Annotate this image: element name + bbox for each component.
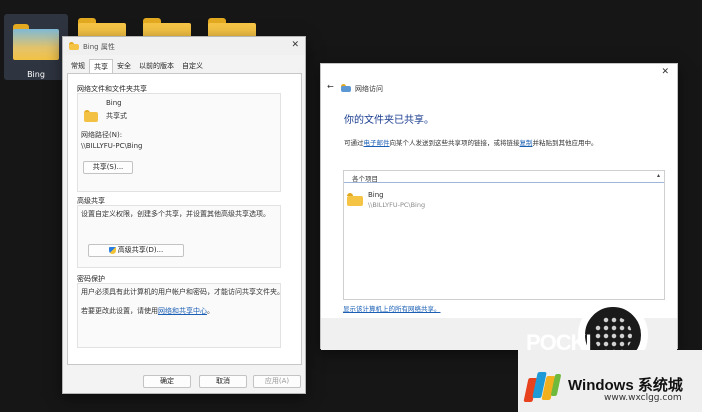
properties-window: Bing 属性 ✕ 常规 共享 安全 以前的版本 自定义 网络文件和文件夹共享 … (62, 36, 306, 394)
tab-general[interactable]: 常规 (67, 59, 89, 73)
copy-link[interactable]: 复制 (520, 139, 533, 147)
desktop-folder-bing[interactable]: Bing (4, 14, 68, 80)
advanced-sharing-button[interactable]: 高级共享(D)... (88, 244, 184, 257)
page-heading: 你的文件夹已共享。 (344, 115, 434, 126)
shared-folder-name: Bing (106, 99, 122, 107)
desc-suffix: 并粘贴到其他应用中。 (532, 139, 598, 147)
watermark-title: Windows 系统城 (568, 377, 683, 394)
desktop-folder[interactable] (208, 18, 256, 36)
tab-bar: 常规 共享 安全 以前的版本 自定义 (67, 59, 207, 73)
network-path: \\BILLYFU-PC\Bing (81, 142, 143, 150)
list-item-name[interactable]: Bing (368, 191, 384, 199)
sharing-tab-pane: 网络文件和文件夹共享 Bing 共享式 网络路径(N): \\BILLYFU-P… (67, 73, 302, 365)
tab-customize[interactable]: 自定义 (178, 59, 207, 73)
network-sharing-center-link[interactable]: 网络和共享中心 (158, 307, 207, 315)
folder-icon (13, 24, 59, 60)
network-sharing-group: 网络文件和文件夹共享 Bing 共享式 网络路径(N): \\BILLYFU-P… (77, 84, 281, 192)
close-button[interactable]: ✕ (291, 40, 299, 50)
advanced-sharing-group: 高级共享 设置自定义权限，创建多个共享，并设置其他高级共享选项。 高级共享(D)… (77, 196, 281, 268)
cancel-button[interactable]: 取消 (199, 375, 247, 388)
change-setting-suffix: 。 (207, 307, 214, 315)
watermark-url: www.wxclgg.com (604, 393, 682, 403)
shared-items-list: 各个项目 ▴ Bing \\BILLYFU-PC\Bing (343, 170, 665, 300)
change-setting-prefix: 若要更改此设置，请使用 (81, 307, 158, 315)
close-button[interactable]: ✕ (661, 67, 669, 77)
shared-folder-icon (347, 193, 363, 207)
tab-previous-versions[interactable]: 以前的版本 (135, 59, 178, 73)
windows-logo-icon (523, 370, 562, 404)
folder-label: Bing (27, 70, 45, 79)
share-status: 共享式 (106, 112, 127, 120)
show-all-shares-link[interactable]: 显示该计算机上的所有网络共享。 (343, 303, 441, 313)
ok-button[interactable]: 确定 (143, 375, 191, 388)
tab-security[interactable]: 安全 (113, 59, 135, 73)
list-item-path: \\BILLYFU-PC\Bing (368, 201, 426, 209)
shield-icon (108, 246, 116, 254)
network-path-label: 网络路径(N): (81, 131, 123, 139)
tab-sharing[interactable]: 共享 (89, 59, 113, 73)
apply-button[interactable]: 应用(A) (253, 375, 301, 388)
share-description: 可通过电子邮件向某个人发送到这些共享项的链接，或将链接复制并粘贴到其他应用中。 (344, 137, 598, 147)
list-header[interactable]: 各个项目 ▴ (344, 171, 664, 183)
desktop-folder[interactable] (78, 18, 126, 36)
window-title: Bing 属性 (83, 43, 115, 51)
desktop-folder[interactable] (143, 18, 191, 36)
network-folder-icon (341, 84, 351, 92)
back-arrow-icon[interactable]: ← (327, 82, 334, 91)
share-button[interactable]: 共享(S)... (83, 161, 133, 174)
change-setting-text: 若要更改此设置，请使用网络和共享中心。 (81, 306, 214, 316)
folder-icon (69, 42, 79, 50)
password-protection-group: 密码保护 用户必须具有此计算机的用户帐户和密码，才能访问共享文件夹。 若要更改此… (77, 274, 284, 348)
advanced-sharing-button-label: 高级共享(D)... (117, 246, 164, 254)
collapse-icon[interactable]: ▴ (657, 172, 660, 179)
shared-folder-icon (84, 110, 98, 122)
password-protection-description: 用户必须具有此计算机的用户帐户和密码，才能访问共享文件夹。 (81, 288, 284, 296)
advanced-sharing-description: 设置自定义权限，创建多个共享，并设置其他高级共享选项。 (81, 210, 270, 218)
desc-prefix: 可通过 (344, 139, 364, 147)
email-link[interactable]: 电子邮件 (364, 139, 390, 147)
window-title: 网络访问 (355, 85, 383, 93)
list-header-label: 各个项目 (352, 175, 378, 183)
title-bar: Bing 属性 ✕ (63, 37, 305, 55)
desc-middle: 向某个人发送到这些共享项的链接，或将链接 (389, 139, 520, 147)
